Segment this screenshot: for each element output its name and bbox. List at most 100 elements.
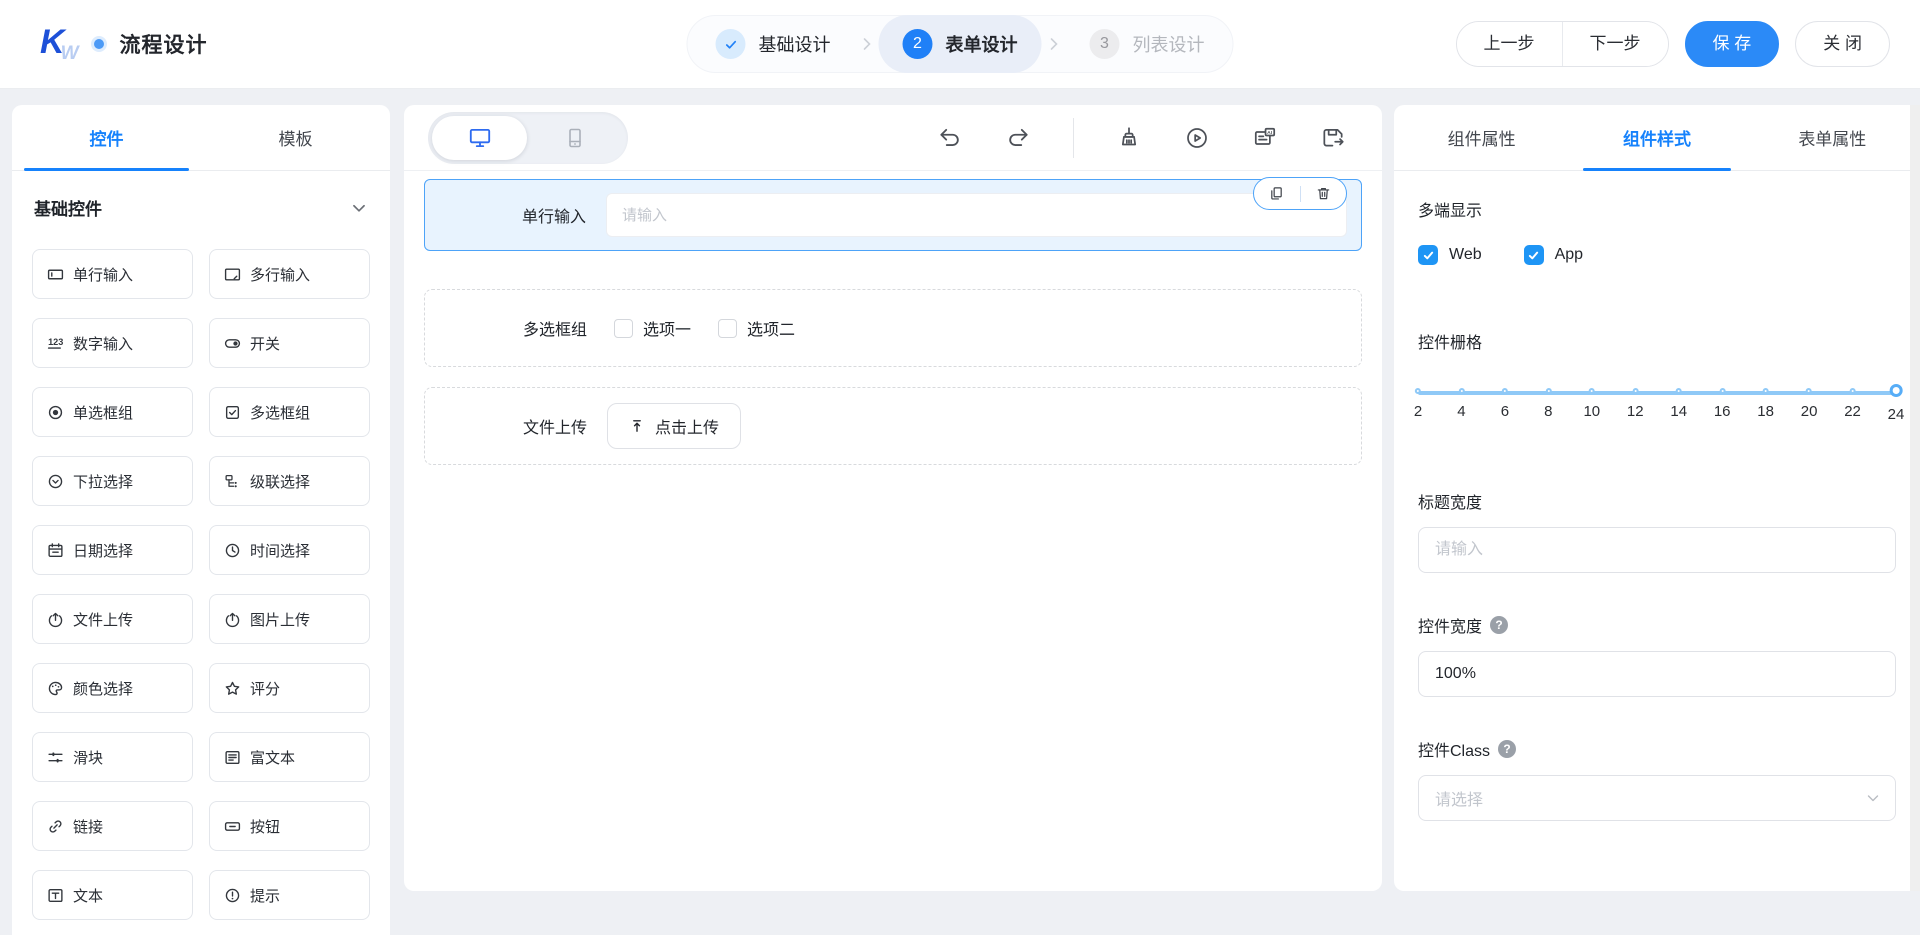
copy-row-button[interactable] xyxy=(1269,186,1284,201)
select-icon xyxy=(47,473,64,490)
ai-template-button[interactable]: AI xyxy=(1252,125,1278,151)
tab-controls[interactable]: 控件 xyxy=(12,105,201,170)
control-item-radio-group[interactable]: 单选框组 xyxy=(32,387,193,437)
checkbox-unchecked[interactable] xyxy=(718,319,737,338)
save-button[interactable]: 保 存 xyxy=(1685,21,1780,67)
app-header: KW 流程设计 基础设计 2 表单设计 3 列表设计 上一步 下一步 xyxy=(0,0,1920,88)
undo-button[interactable] xyxy=(937,125,963,151)
slider-handle[interactable]: 24 xyxy=(1888,381,1905,423)
next-step-button[interactable]: 下一步 xyxy=(1562,22,1668,66)
control-item-text[interactable]: 文本 xyxy=(32,870,193,920)
save-export-icon xyxy=(1320,125,1346,151)
control-item-number-input[interactable]: 123 数字输入 xyxy=(32,318,193,368)
control-item-cascader[interactable]: 级联选择 xyxy=(209,456,370,506)
control-item-button[interactable]: 按钮 xyxy=(209,801,370,851)
control-item-multi-line-input[interactable]: 多行输入 xyxy=(209,249,370,299)
step-form-design[interactable]: 2 表单设计 xyxy=(879,15,1042,73)
control-width-input[interactable] xyxy=(1418,651,1896,697)
upload-button-label: 点击上传 xyxy=(655,414,719,438)
tab-templates[interactable]: 模板 xyxy=(201,105,390,170)
tab-component-props[interactable]: 组件属性 xyxy=(1394,105,1569,170)
multi-display-label: 多端显示 xyxy=(1418,197,1896,221)
slider-tick[interactable]: 6 xyxy=(1501,381,1509,420)
slider-tick[interactable]: 4 xyxy=(1457,381,1465,420)
single-line-input-field[interactable] xyxy=(606,193,1347,237)
control-item-time-picker[interactable]: 时间选择 xyxy=(209,525,370,575)
chevron-down-icon[interactable] xyxy=(350,199,368,217)
section-basic-controls[interactable]: 基础控件 xyxy=(34,195,368,220)
slider-tick[interactable]: 16 xyxy=(1714,381,1731,420)
field-label: 文件上传 xyxy=(503,414,587,438)
step-number-badge: 2 xyxy=(903,29,933,59)
device-mobile-button[interactable] xyxy=(527,116,622,160)
slider-dot xyxy=(1850,388,1856,394)
redo-button[interactable] xyxy=(1005,125,1031,151)
device-desktop-button[interactable] xyxy=(432,116,527,160)
switch-icon xyxy=(224,335,241,352)
slider-tick[interactable]: 8 xyxy=(1544,381,1552,420)
control-item-checkbox-group[interactable]: 多选框组 xyxy=(209,387,370,437)
checkbox-option: 选项二 xyxy=(718,316,795,340)
checkbox-checked[interactable] xyxy=(1524,245,1544,265)
step-basic-design[interactable]: 基础设计 xyxy=(692,15,855,73)
slider-tick[interactable]: 22 xyxy=(1844,381,1861,420)
form-row-single-line-input[interactable]: 单行输入 xyxy=(424,179,1362,251)
ai-document-icon: AI xyxy=(1252,125,1278,151)
number-input-icon: 123 xyxy=(47,335,64,352)
sidebar-tabs: 控件 模板 xyxy=(12,105,390,171)
slider-dot xyxy=(1676,388,1682,394)
slider-tick[interactable]: 20 xyxy=(1801,381,1818,420)
form-row-checkbox-group[interactable]: 多选框组 选项一 选项二 xyxy=(424,289,1362,367)
slider-dot xyxy=(1589,388,1595,394)
help-icon[interactable]: ? xyxy=(1490,616,1508,634)
control-item-tip[interactable]: 提示 xyxy=(209,870,370,920)
form-canvas: AI 单行输入 多选框组 xyxy=(404,105,1382,891)
tab-form-props[interactable]: 表单属性 xyxy=(1745,105,1920,170)
control-item-switch[interactable]: 开关 xyxy=(209,318,370,368)
slider-tick[interactable]: 14 xyxy=(1670,381,1687,420)
grid-label: 控件栅格 xyxy=(1418,329,1896,353)
checkbox-checked[interactable] xyxy=(1418,245,1438,265)
color-picker-icon xyxy=(47,680,64,697)
help-icon[interactable]: ? xyxy=(1498,740,1516,758)
control-item-file-upload[interactable]: 文件上传 xyxy=(32,594,193,644)
redo-icon xyxy=(1005,125,1031,151)
svg-text:AI: AI xyxy=(1267,130,1273,136)
control-class-select[interactable]: 请选择 xyxy=(1418,775,1896,821)
slider-tick[interactable]: 12 xyxy=(1627,381,1644,420)
form-row-file-upload[interactable]: 文件上传 点击上传 xyxy=(424,387,1362,465)
delete-row-button[interactable] xyxy=(1316,186,1331,201)
control-item-image-upload[interactable]: 图片上传 xyxy=(209,594,370,644)
close-button[interactable]: 关 闭 xyxy=(1795,21,1890,67)
control-item-rich-text[interactable]: 富文本 xyxy=(209,732,370,782)
control-item-link[interactable]: 链接 xyxy=(32,801,193,851)
prev-step-button[interactable]: 上一步 xyxy=(1457,22,1562,66)
step-list-design[interactable]: 3 列表设计 xyxy=(1066,15,1229,73)
multi-line-input-icon xyxy=(224,266,241,283)
slider-tick[interactable]: 10 xyxy=(1583,381,1600,420)
panel-scrollbar[interactable] xyxy=(1910,105,1920,891)
clear-canvas-button[interactable] xyxy=(1116,125,1142,151)
control-items-grid: 单行输入 多行输入 123 数字输入 开关 单选框组 多选框组 下拉选择 级联选 xyxy=(32,249,370,920)
slider-icon xyxy=(47,749,64,766)
preview-button[interactable] xyxy=(1184,125,1210,151)
control-item-date-picker[interactable]: 日期选择 xyxy=(32,525,193,575)
control-item-select[interactable]: 下拉选择 xyxy=(32,456,193,506)
tab-component-style[interactable]: 组件样式 xyxy=(1569,105,1744,170)
radio-group-icon xyxy=(47,404,64,421)
upload-button[interactable]: 点击上传 xyxy=(607,403,741,449)
slider-tick[interactable]: 18 xyxy=(1757,381,1774,420)
title-width-input[interactable] xyxy=(1418,527,1896,573)
control-item-slider[interactable]: 滑块 xyxy=(32,732,193,782)
slider-track[interactable] xyxy=(1418,391,1896,395)
checkbox-unchecked[interactable] xyxy=(614,319,633,338)
slider-tick[interactable]: 2 xyxy=(1414,381,1422,420)
multi-display-options: Web App xyxy=(1418,245,1896,265)
control-item-color-picker[interactable]: 颜色选择 xyxy=(32,663,193,713)
control-item-rate[interactable]: 评分 xyxy=(209,663,370,713)
control-item-single-line-input[interactable]: 单行输入 xyxy=(32,249,193,299)
controls-sidebar: 控件 模板 基础控件 单行输入 多行输入 123 数字输入 开关 单选框组 多选… xyxy=(12,105,390,935)
form-design-area: 单行输入 多选框组 选项一 选项二 文件上传 点击上传 xyxy=(404,171,1382,465)
field-label: 多选框组 xyxy=(503,316,587,340)
save-export-button[interactable] xyxy=(1320,125,1346,151)
